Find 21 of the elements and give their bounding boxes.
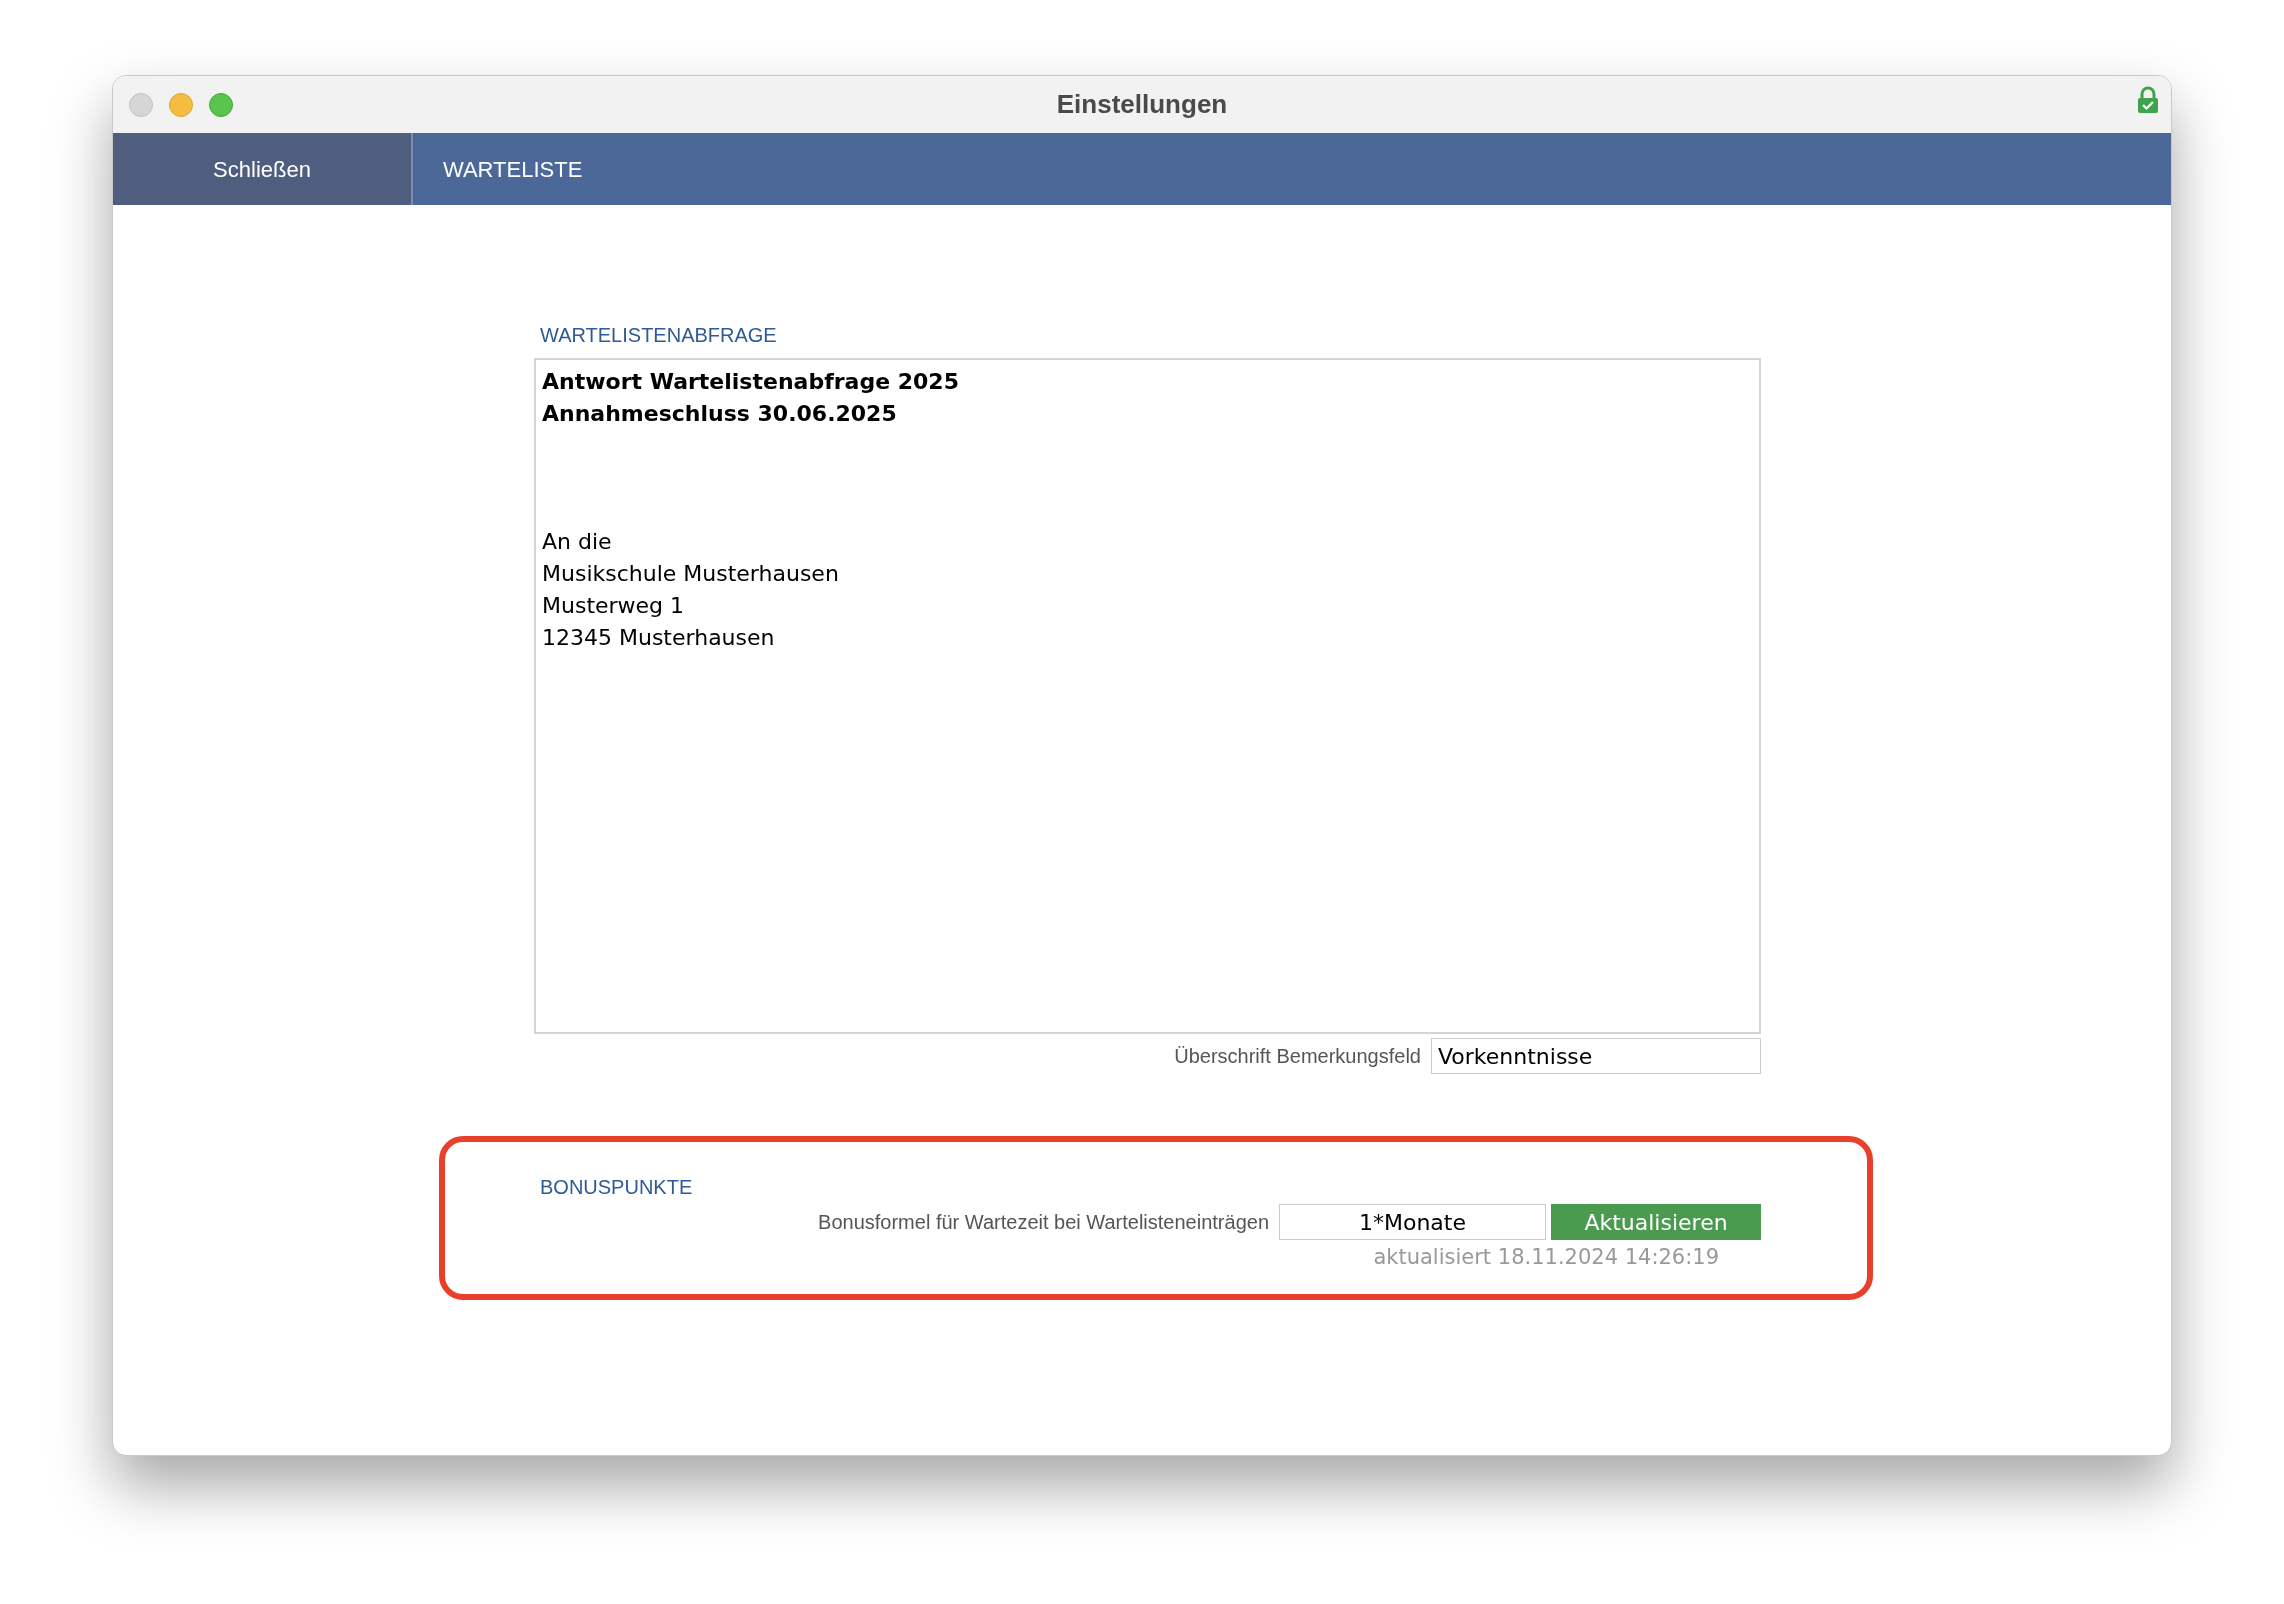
letter-line: Musikschule Musterhausen	[542, 560, 840, 588]
letter-line: 12345 Musterhausen	[542, 624, 776, 652]
letter-line: An die	[542, 528, 613, 556]
zoom-window-icon[interactable]	[209, 92, 233, 117]
section-heading: BONUSPUNKTE	[540, 1175, 694, 1200]
close-button[interactable]: Schließen	[113, 133, 413, 205]
window-title: Einstellungen	[1056, 88, 1228, 121]
bonus-formula-field[interactable]: 1*Monate	[1279, 1204, 1546, 1240]
field-label: Bonusformel für Wartezeit bei Wartelisteneinträgen	[818, 1210, 1269, 1235]
minimize-window-icon[interactable]	[169, 92, 193, 117]
letter-text-area[interactable]: Antwort Wartelistenabfrage 2025 Annahmeschluss 30.06.2025 An die Musikschule Musterhausen Musterweg 1 12345 Musterhausen	[534, 358, 1761, 1034]
padlock-icon[interactable]	[2137, 86, 2159, 114]
letter-line: Musterweg 1	[542, 592, 686, 620]
field-label: Überschrift Bemerkungsfeld	[1174, 1044, 1421, 1069]
section-heading: WARTELISTENABFRAGE	[540, 323, 778, 348]
letter-line: Antwort Wartelistenabfrage 2025	[542, 368, 960, 396]
close-window-icon[interactable]	[129, 92, 153, 117]
remark-heading-field[interactable]: Vorkenntnisse	[1431, 1038, 1761, 1074]
last-updated-text: aktualisiert 18.11.2024 14:26:19	[1373, 1244, 1719, 1271]
section-title: WARTELISTE	[443, 155, 583, 184]
letter-line: Annahmeschluss 30.06.2025	[542, 400, 898, 428]
